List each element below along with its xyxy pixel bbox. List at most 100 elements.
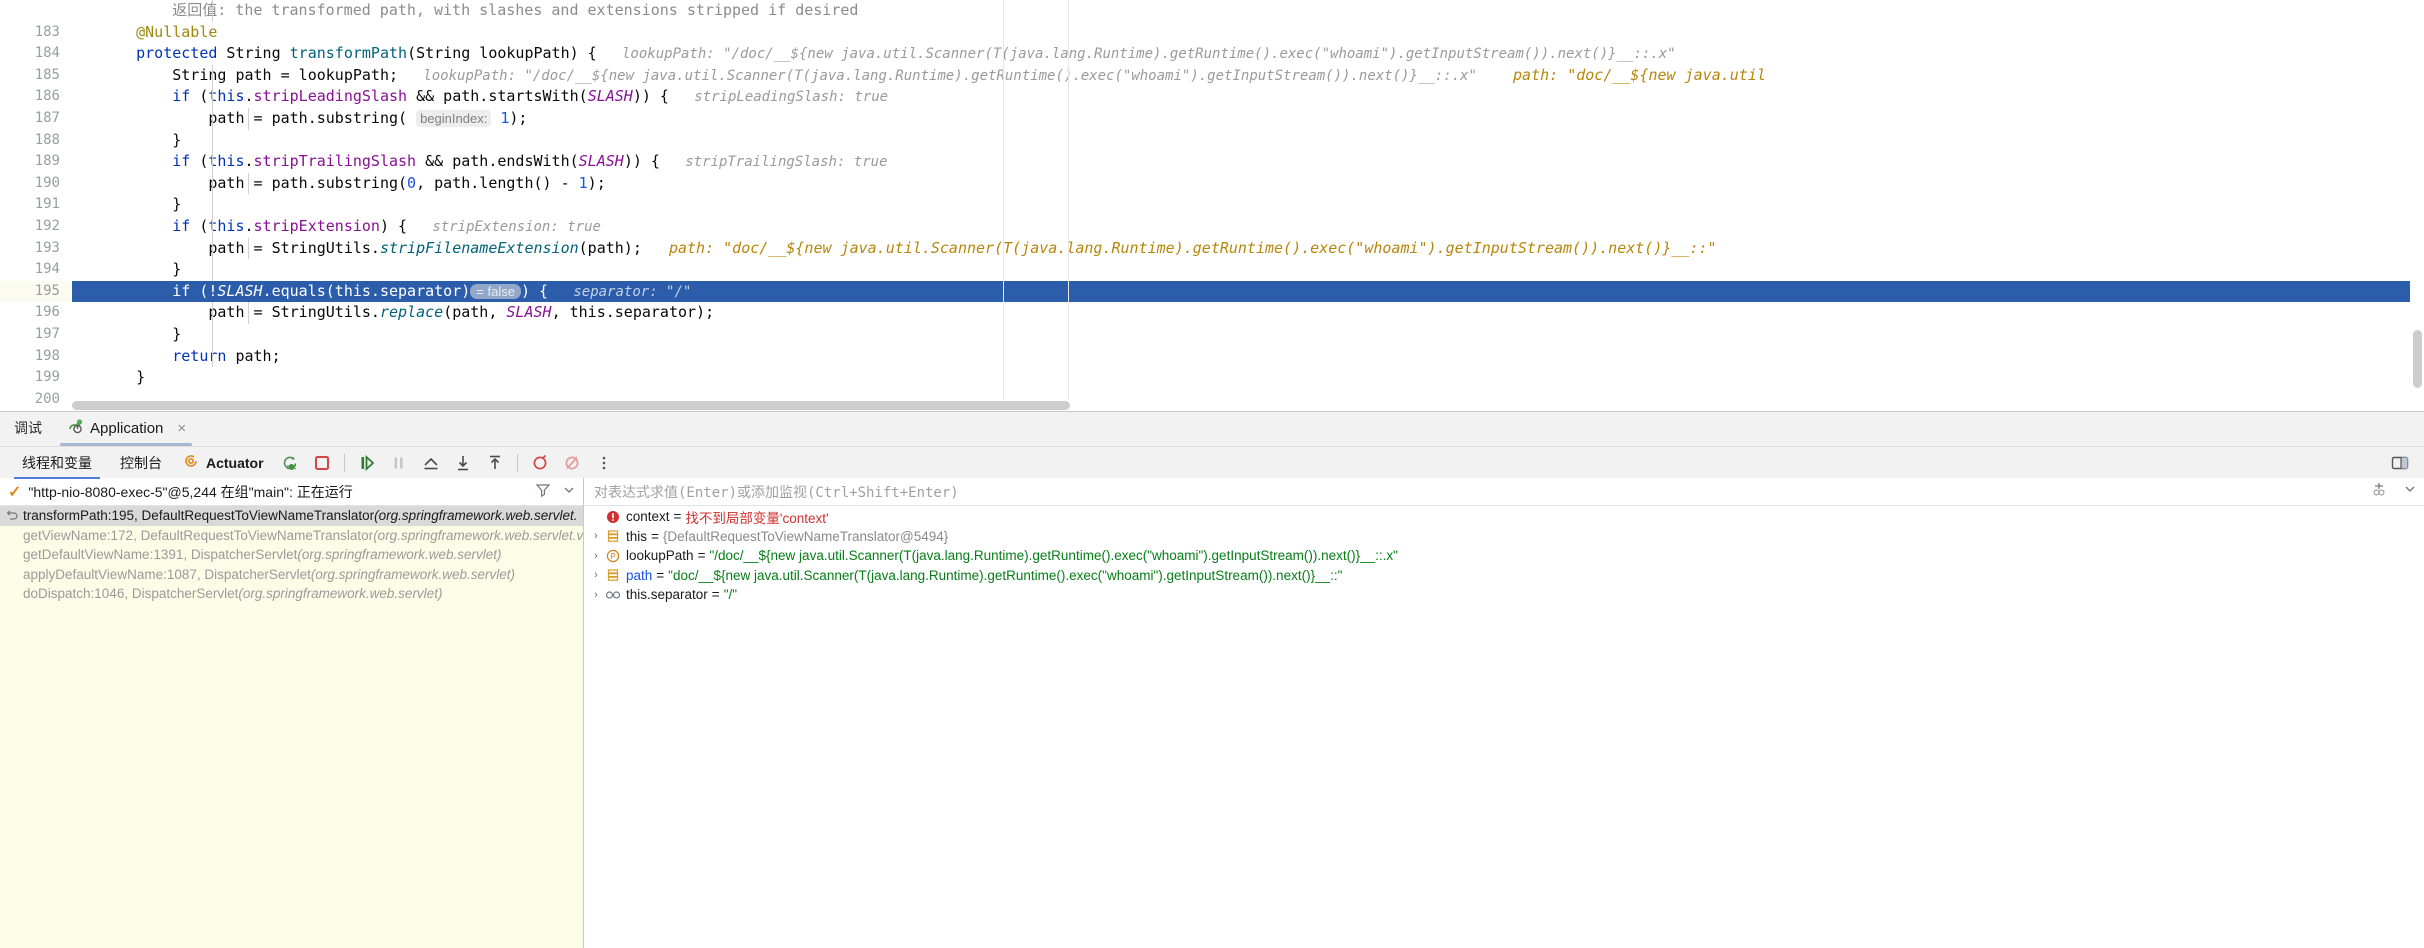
variable-name: path bbox=[626, 567, 653, 583]
code-line-current[interactable]: 195 if (!SLASH.equals(this.separator) = f… bbox=[0, 280, 2424, 303]
stop-icon[interactable] bbox=[309, 450, 335, 476]
code-token: (path); bbox=[578, 238, 642, 257]
code-line[interactable]: 188 } bbox=[0, 129, 2424, 152]
expand-chevron-icon[interactable]: › bbox=[588, 569, 604, 581]
chevron-down-icon[interactable] bbox=[561, 482, 577, 501]
code-line[interactable]: 192 if (this.stripExtension) { stripExte… bbox=[0, 215, 2424, 238]
stack-frame-row[interactable]: getViewName:172, DefaultRequestToViewNam… bbox=[0, 526, 583, 546]
expand-chevron-icon[interactable]: › bbox=[588, 530, 604, 542]
variable-row[interactable]: › path = "doc/__${new java.util.Scanner(T(j… bbox=[584, 566, 2424, 586]
line-number: 195 bbox=[0, 280, 72, 303]
editor-vertical-scroll-thumb[interactable] bbox=[2413, 330, 2422, 388]
chevron-down-icon[interactable] bbox=[2402, 481, 2418, 502]
code-line[interactable]: 197 } bbox=[0, 323, 2424, 346]
code-line[interactable]: 198 return path; bbox=[0, 345, 2424, 368]
editor-horizontal-scroll-thumb[interactable] bbox=[72, 401, 1070, 410]
gutter-pad bbox=[72, 43, 100, 65]
run-config-icon bbox=[66, 417, 84, 439]
code-line[interactable]: 196 path = StringUtils.replace(path, SLA… bbox=[0, 302, 2424, 324]
code-token: this bbox=[208, 87, 245, 106]
view-breakpoints-icon[interactable] bbox=[527, 450, 553, 476]
code-editor[interactable]: 返回值: the transformed path, with slashes … bbox=[0, 0, 2424, 411]
code-line[interactable]: 187 path = path.substring( beginIndex: 1… bbox=[0, 107, 2424, 130]
step-into-icon[interactable] bbox=[450, 450, 476, 476]
debug-tool-window: 调试 Application × 线程和变量 控制台 Actuator ✓ "h… bbox=[0, 411, 2424, 948]
editor-vertical-scrollbar[interactable] bbox=[2410, 0, 2424, 411]
step-out-icon[interactable] bbox=[418, 450, 444, 476]
call-stack-frames[interactable]: transformPath:195, DefaultRequestToViewN… bbox=[0, 506, 583, 948]
editor-horizontal-scrollbar[interactable] bbox=[0, 400, 2424, 411]
frame-method: transformPath:195, DefaultRequestToViewN… bbox=[23, 508, 375, 524]
code-token: ( bbox=[190, 152, 209, 171]
code-token: . bbox=[244, 216, 254, 235]
code-token: 1 bbox=[578, 173, 588, 192]
expand-chevron-icon[interactable]: › bbox=[588, 550, 604, 562]
code-token: && path.startsWith( bbox=[407, 87, 588, 106]
variables-list[interactable]: context = 找不到局部变量'context' › this = {DefaultRe… bbox=[584, 506, 2424, 948]
code-lines[interactable]: 返回值: the transformed path, with slashes … bbox=[0, 0, 2424, 411]
stack-frame-row[interactable]: applyDefaultViewName:1087, DispatcherSer… bbox=[0, 565, 583, 585]
code-line[interactable]: 184 protected String transformPath(Strin… bbox=[0, 43, 2424, 65]
stack-frame-row[interactable]: transformPath:195, DefaultRequestToViewN… bbox=[0, 506, 583, 526]
filter-icon[interactable] bbox=[535, 482, 551, 501]
expand-chevron-icon[interactable]: › bbox=[588, 589, 604, 601]
code-line[interactable]: 185 String path = lookupPath; lookupPath… bbox=[0, 64, 2424, 87]
stack-frame-row[interactable]: doDispatch:1046, DispatcherServlet (org.… bbox=[0, 584, 583, 604]
code-line[interactable]: 190 path = path.substring(0, path.length… bbox=[0, 172, 2424, 195]
step-over-icon[interactable] bbox=[354, 450, 380, 476]
tab-application[interactable]: Application × bbox=[56, 417, 196, 446]
pause-icon[interactable] bbox=[386, 450, 412, 476]
stack-frame-row[interactable]: getDefaultViewName:1391, DispatcherServl… bbox=[0, 545, 583, 565]
add-watch-icon[interactable] bbox=[2370, 480, 2388, 503]
tab-threads-and-variables[interactable]: 线程和变量 bbox=[8, 447, 106, 479]
gutter-pad bbox=[72, 151, 100, 173]
variable-row[interactable]: › PlookupPath = "/doc/__${new java.util.Sca… bbox=[584, 546, 2424, 566]
mute-breakpoints-icon[interactable] bbox=[559, 450, 585, 476]
indent-guide bbox=[212, 151, 213, 173]
code-token: stripTrailingSlash: true bbox=[659, 154, 888, 171]
code-line[interactable]: 186 if (this.stripLeadingSlash && path.s… bbox=[0, 86, 2424, 108]
code-text: path = StringUtils.replace(path, SLASH, … bbox=[100, 302, 2424, 324]
code-line[interactable]: 193 path = StringUtils.stripFilenameExte… bbox=[0, 237, 2424, 260]
code-token: ) { bbox=[379, 216, 408, 235]
code-token: } bbox=[100, 260, 182, 279]
close-icon[interactable]: × bbox=[177, 420, 186, 437]
code-line[interactable]: 189 if (this.stripTrailingSlash && path.… bbox=[0, 151, 2424, 173]
code-line[interactable]: 返回值: the transformed path, with slashes … bbox=[0, 0, 2424, 22]
resume-program-icon[interactable] bbox=[277, 450, 303, 476]
code-token: ); bbox=[587, 173, 606, 192]
tab-application-label: Application bbox=[90, 419, 164, 437]
code-token: SLASH bbox=[217, 281, 263, 300]
code-token: } bbox=[100, 324, 182, 343]
evaluate-expression-row[interactable]: 对表达式求值(Enter)或添加监视(Ctrl+Shift+Enter) bbox=[584, 478, 2424, 506]
code-line[interactable]: 199 } bbox=[0, 367, 2424, 389]
line-number: 189 bbox=[0, 151, 72, 173]
variable-row[interactable]: › this.separator = "/" bbox=[584, 585, 2424, 605]
expression-input[interactable]: 对表达式求值(Enter)或添加监视(Ctrl+Shift+Enter) bbox=[594, 482, 2364, 502]
indent-guide bbox=[212, 64, 213, 87]
tab-console[interactable]: 控制台 bbox=[106, 447, 176, 479]
code-line[interactable]: 191 } bbox=[0, 194, 2424, 216]
thread-selector[interactable]: ✓ "http-nio-8080-exec-5"@5,244 在组"main":… bbox=[0, 478, 583, 506]
variable-row[interactable]: › this = {DefaultRequestToViewNameTranslato… bbox=[584, 527, 2424, 547]
force-step-into-icon[interactable] bbox=[482, 450, 508, 476]
more-options-icon[interactable] bbox=[591, 450, 617, 476]
code-text: path = path.substring( beginIndex: 1); bbox=[100, 107, 2424, 130]
indent-guide bbox=[212, 86, 213, 108]
variable-row[interactable]: context = 找不到局部变量'context' bbox=[584, 507, 2424, 527]
code-token: lookupPath: "/doc/__${new java.util.Scan… bbox=[398, 67, 1477, 84]
frame-package: (org.springframework.web.servlet) bbox=[297, 547, 502, 563]
tab-actuator[interactable]: Actuator bbox=[176, 452, 274, 473]
code-text: if (this.stripLeadingSlash && path.start… bbox=[100, 86, 2424, 108]
actuator-label: Actuator bbox=[206, 454, 264, 471]
layout-settings-icon[interactable] bbox=[2387, 450, 2413, 476]
gutter-pad bbox=[72, 302, 100, 324]
code-line[interactable]: 183 @Nullable bbox=[0, 21, 2424, 44]
code-text: } bbox=[100, 259, 2424, 281]
line-number: 188 bbox=[0, 129, 72, 152]
code-line[interactable]: 194 } bbox=[0, 259, 2424, 281]
